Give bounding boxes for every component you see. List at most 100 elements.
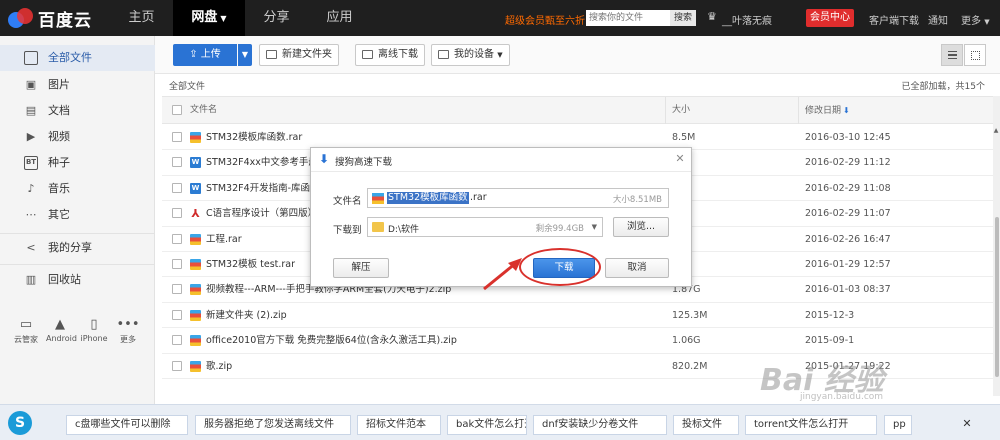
file-name[interactable]: C语言程序设计（第四版） xyxy=(206,201,317,226)
file-date: 2016-02-29 11:08 xyxy=(805,182,891,194)
more-menu[interactable]: 更多 ▼ xyxy=(961,12,990,27)
row-checkbox[interactable] xyxy=(172,233,182,244)
sidebar-item-label: 回收站 xyxy=(48,273,81,286)
sidebar-divider xyxy=(0,233,155,234)
loaded-count: 已全部加载，共15个 xyxy=(901,82,985,92)
username-menu[interactable]: __叶落无痕 xyxy=(722,12,772,27)
pdf-file-icon: ⅄ xyxy=(190,207,201,221)
other-icon: ⋯ xyxy=(25,208,37,221)
device-label: Android xyxy=(46,334,77,343)
file-name[interactable]: office2010官方下载 免费完整版64位(含永久激活工具).zip xyxy=(206,328,457,353)
cancel-button[interactable]: 取消 xyxy=(605,258,669,278)
column-header-size[interactable]: 大小 xyxy=(672,97,690,124)
sidebar-item-my-share[interactable]: < 我的分享 xyxy=(0,235,155,261)
related-search-chip[interactable]: pp xyxy=(884,415,912,435)
vip-promo-link[interactable]: 超级会员甄至六折 xyxy=(505,12,585,27)
row-checkbox[interactable] xyxy=(172,335,182,346)
related-search-chip[interactable]: 服务器拒绝了您发送离线文件 xyxy=(195,415,351,435)
file-list-header: 文件名 大小 修改日期 ⬇ xyxy=(162,96,993,124)
android-icon: ▲ xyxy=(55,317,65,332)
doc-file-icon: W xyxy=(190,157,201,169)
device-iphone[interactable]: ▯ iPhone xyxy=(80,316,108,345)
client-download-link[interactable]: 客户端下载 xyxy=(869,12,919,27)
device-more[interactable]: ••• 更多 xyxy=(114,316,142,345)
file-name[interactable]: STM32模板库函数.rar xyxy=(206,125,302,150)
row-checkbox[interactable] xyxy=(172,309,182,320)
related-search-chip[interactable]: torrent文件怎么打开 xyxy=(745,415,877,435)
chevron-down-icon: ▼ xyxy=(591,223,597,231)
search-button[interactable]: 搜索 xyxy=(670,10,696,26)
nav-tab-share[interactable]: 分享 xyxy=(245,0,308,36)
my-devices-button[interactable]: 我的设备 ▼ xyxy=(431,44,510,66)
offline-download-button[interactable]: 离线下载 xyxy=(355,44,425,66)
row-checkbox[interactable] xyxy=(172,208,182,219)
column-header-date[interactable]: 修改日期 ⬇ xyxy=(805,97,850,124)
upload-menu-caret[interactable]: ▼ xyxy=(238,44,252,66)
grid-view-toggle[interactable] xyxy=(964,44,986,66)
sidebar-item-all-files[interactable]: 全部文件 xyxy=(0,45,155,71)
folder-icon xyxy=(372,222,384,232)
browse-button[interactable]: 浏览... xyxy=(613,217,669,237)
device-android[interactable]: ▲ Android xyxy=(46,316,77,345)
device-pc-manager[interactable]: ▭ 云管家 xyxy=(12,316,40,345)
select-all-checkbox[interactable] xyxy=(172,105,182,115)
filename-field[interactable]: STM32模板库函数 .rar 大小8.51MB xyxy=(367,188,669,208)
related-search-chip[interactable]: c盘哪些文件可以删除 xyxy=(66,415,188,435)
row-checkbox[interactable] xyxy=(172,360,182,371)
sidebar-item-torrents[interactable]: BT 种子 xyxy=(0,150,155,176)
sidebar-item-images[interactable]: ▣ 图片 xyxy=(0,72,155,98)
download-icon xyxy=(362,50,373,59)
scroll-up-arrow[interactable]: ▲ xyxy=(992,127,1000,135)
list-view-toggle[interactable] xyxy=(941,44,963,66)
file-row[interactable]: 新建文件夹 (2).zip 125.3M 2015-12-3 xyxy=(162,303,993,329)
row-checkbox[interactable] xyxy=(172,284,182,295)
sidebar-item-label: 其它 xyxy=(48,208,70,221)
close-icon[interactable]: ✕ xyxy=(673,152,687,166)
sidebar-item-label: 图片 xyxy=(48,78,70,91)
logo-text: 百度云 xyxy=(38,10,92,31)
upload-button[interactable]: ⇪ 上传 xyxy=(173,44,237,66)
close-icon[interactable]: ✕ xyxy=(960,417,974,431)
nav-tab-netdisk[interactable]: 网盘 ▼ xyxy=(173,0,245,36)
file-name[interactable]: 新建文件夹 (2).zip xyxy=(206,303,287,328)
file-size: 820.2M xyxy=(672,360,708,372)
nav-tab-home[interactable]: 主页 xyxy=(110,0,173,36)
sidebar-item-music[interactable]: ♪ 音乐 xyxy=(0,176,155,202)
file-name[interactable]: 歌.zip xyxy=(206,354,232,379)
extract-button[interactable]: 解压 xyxy=(333,258,389,278)
sidebar-item-other[interactable]: ⋯ 其它 xyxy=(0,202,155,228)
save-path-select[interactable]: D:\软件 剩余99.4GB ▼ xyxy=(367,217,603,237)
breadcrumb-row: 全部文件 已全部加载，共15个 xyxy=(155,74,993,96)
related-search-chip[interactable]: dnf安装缺少分卷文件 xyxy=(533,415,667,435)
notifications-link[interactable]: 通知 xyxy=(928,12,948,27)
upload-icon: ⇪ xyxy=(189,49,198,60)
file-name[interactable]: STM32模板 test.rar xyxy=(206,252,295,277)
nav-tab-apps[interactable]: 应用 xyxy=(308,0,371,36)
related-search-chip[interactable]: 招标文件范本 xyxy=(357,415,441,435)
search-input[interactable] xyxy=(586,10,670,26)
row-checkbox[interactable] xyxy=(172,132,182,142)
breadcrumb[interactable]: 全部文件 xyxy=(169,79,205,92)
zip-file-icon xyxy=(190,309,201,321)
nav-tab-label: 应用 xyxy=(326,10,353,25)
row-checkbox[interactable] xyxy=(172,157,182,168)
file-name[interactable]: 工程.rar xyxy=(206,227,242,252)
file-row[interactable]: office2010官方下载 免费完整版64位(含永久激活工具).zip 1.06… xyxy=(162,328,993,354)
sogou-logo-icon[interactable]: S xyxy=(8,411,32,435)
file-name[interactable]: STM32F4xx中文参考手册.c xyxy=(206,150,326,175)
new-folder-button[interactable]: 新建文件夹 xyxy=(259,44,339,66)
related-search-chip[interactable]: 投标文件 xyxy=(673,415,739,435)
row-checkbox[interactable] xyxy=(172,259,182,269)
column-header-name[interactable]: 文件名 xyxy=(190,97,217,124)
column-header-date-label: 修改日期 xyxy=(805,106,842,116)
scrollbar-thumb[interactable] xyxy=(995,217,999,377)
sidebar-item-documents[interactable]: ▤ 文档 xyxy=(0,98,155,124)
vip-center-button[interactable]: 会员中心 xyxy=(806,9,854,27)
related-search-chip[interactable]: bak文件怎么打开 xyxy=(447,415,527,435)
nav-tab-label: 分享 xyxy=(263,10,290,25)
baidu-cloud-logo[interactable]: 百度云 xyxy=(8,6,92,31)
row-checkbox[interactable] xyxy=(172,182,182,193)
sidebar-item-recycle-bin[interactable]: ▥ 回收站 xyxy=(0,267,155,293)
dialog-titlebar[interactable]: ⬇ 搜狗高速下载 ✕ xyxy=(311,148,691,172)
sidebar-item-videos[interactable]: ▶ 视频 xyxy=(0,124,155,150)
